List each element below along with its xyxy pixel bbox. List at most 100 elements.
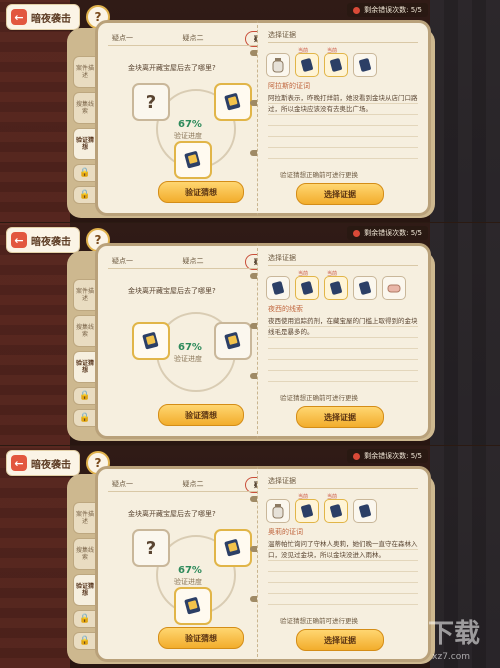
hint-text: 验证猜想正确前可进行更换 [280, 171, 358, 179]
card-icon [301, 58, 313, 72]
side-tabs: 案件描述 搜集线索 验证猜想 🔒 🔒 [73, 279, 97, 427]
remaining-errors: 剩余错误次数: 5/5 [347, 449, 428, 463]
tab-case-description[interactable]: 案件描述 [73, 279, 97, 311]
back-arrow-icon: ← [11, 455, 27, 471]
gold-card-icon [184, 151, 201, 169]
evidence-item[interactable]: 当前 [295, 494, 319, 523]
case-notebook: 案件描述 搜集线索 验证猜想 🔒 🔒 疑点一 疑点二 疑点三 金块离开藏宝屋后去… [67, 243, 437, 443]
right-page: 选择证据 当前 当前 [257, 20, 431, 216]
select-evidence-button[interactable]: 选择证据 [296, 406, 384, 428]
lock-icon: 🔒 [73, 632, 97, 650]
evidence-item[interactable]: 当前 [324, 494, 348, 523]
tab-verify-guess[interactable]: 验证猜想 [73, 351, 97, 383]
tab-collect-clues[interactable]: 搜集线索 [73, 315, 97, 347]
evidence-slot[interactable]: ? [132, 83, 170, 121]
remaining-errors-text: 剩余错误次数: 5/5 [364, 6, 422, 14]
evidence-list: 当前 当前 [266, 48, 377, 77]
tab-case-description[interactable]: 案件描述 [73, 502, 97, 534]
current-tag: 当前 [327, 48, 338, 54]
evidence-item[interactable]: 当前 [324, 271, 348, 300]
question-text: 金块离开藏宝屋后去了哪里? [128, 64, 216, 72]
evidence-slot[interactable] [214, 322, 252, 360]
evidence-slot[interactable] [214, 529, 252, 567]
left-page: 疑点一 疑点二 疑点三 金块离开藏宝屋后去了哪里? ? [95, 20, 284, 216]
card-icon [359, 281, 371, 295]
back-label: 暗夜袭击 [31, 459, 71, 471]
gold-card-icon [184, 597, 201, 615]
current-tag: 当前 [298, 271, 309, 277]
verify-guess-button[interactable]: 验证猜想 [158, 404, 244, 426]
evidence-item[interactable] [382, 276, 406, 300]
back-label: 暗夜袭击 [31, 13, 71, 25]
verify-guess-button[interactable]: 验证猜想 [158, 627, 244, 649]
tab-collect-clues[interactable]: 搜集线索 [73, 538, 97, 570]
card-icon [301, 504, 313, 518]
progress-percent: 67% [178, 342, 202, 353]
left-page: 疑点一 疑点二 疑点三 金块离开藏宝屋后去了哪里? ? 67% 验证进度 [95, 466, 284, 662]
lock-icon: 🔒 [73, 409, 97, 427]
evidence-item[interactable]: 当前 [295, 48, 319, 77]
lock-icon: 🔒 [73, 186, 97, 204]
gold-card-icon [224, 539, 241, 557]
select-evidence-header: 选择证据 [268, 477, 296, 485]
verify-guess-button[interactable]: 验证猜想 [158, 181, 244, 203]
evidence-slot[interactable] [174, 141, 212, 179]
evidence-title: 阿拉斯的证词 [268, 82, 310, 90]
evidence-description: 温蒂帕忙询问了守林人奥莉，她们晚一直守在森林入口，没见过金块，所以金块没进入雨林… [268, 540, 418, 559]
remaining-errors-text: 剩余错误次数: 5/5 [364, 229, 422, 237]
question-text: 金块离开藏宝屋后去了哪里? [128, 510, 216, 518]
evidence-item[interactable] [266, 276, 290, 300]
game-panel: ← 暗夜袭击 ? 剩余错误次数: 5/5 案件描述 搜集线索 验证猜想 🔒 🔒 … [0, 446, 500, 668]
side-tabs: 案件描述 搜集线索 验证猜想 🔒 🔒 [73, 502, 97, 650]
evidence-item[interactable] [266, 499, 290, 523]
tab-verify-guess[interactable]: 验证猜想 [73, 128, 97, 160]
evidence-title: 奥莉的证词 [268, 528, 303, 536]
evidence-item[interactable] [266, 53, 290, 77]
lock-icon: 🔒 [73, 164, 97, 182]
tab-collect-clues[interactable]: 搜集线索 [73, 92, 97, 124]
watermark-url: xz7.com [432, 652, 470, 662]
back-arrow-icon: ← [11, 232, 27, 248]
current-tag: 当前 [327, 494, 338, 500]
question-text: 金块离开藏宝屋后去了哪里? [128, 287, 216, 295]
evidence-slot[interactable] [214, 83, 252, 121]
warning-icon [353, 452, 361, 460]
hint-text: 验证猜想正确前可进行更换 [280, 617, 358, 625]
evidence-description: 夜西使用追踪药剂，在藏宝屋的门槛上取得到的金块线毛是暴多的。 [268, 317, 418, 336]
evidence-item[interactable] [353, 499, 377, 523]
select-evidence-button[interactable]: 选择证据 [296, 183, 384, 205]
current-tag: 当前 [298, 48, 309, 54]
card-icon [301, 281, 313, 295]
card-icon [359, 504, 371, 518]
evidence-slot[interactable] [174, 587, 212, 625]
progress-label: 验证进度 [174, 578, 202, 586]
evidence-description: 阿拉斯表示，昨晚打烊前，她没看到金块从店门口路过，所以金块应该没有去奥比广场。 [268, 94, 418, 113]
game-panel: ← 暗夜袭击 ? 剩余错误次数: 5/5 案件描述 搜集线索 验证猜想 🔒 🔒 … [0, 0, 500, 222]
right-page: 选择证据 当前 当前 [257, 243, 431, 439]
evidence-item[interactable]: 当前 [324, 48, 348, 77]
progress-percent: 67% [178, 565, 202, 576]
evidence-slot[interactable] [132, 322, 170, 360]
right-page: 选择证据 当前 当前 [257, 466, 431, 662]
screenshot-stack: ← 暗夜袭击 ? 剩余错误次数: 5/5 案件描述 搜集线索 验证猜想 🔒 🔒 … [0, 0, 500, 668]
bottle-icon [272, 504, 284, 519]
tab-verify-guess[interactable]: 验证猜想 [73, 574, 97, 606]
evidence-item[interactable]: 当前 [295, 271, 319, 300]
back-arrow-icon: ← [11, 9, 27, 25]
select-evidence-button[interactable]: 选择证据 [296, 629, 384, 651]
unknown-evidence-icon: ? [145, 91, 157, 113]
bread-icon [387, 284, 401, 293]
evidence-item[interactable] [353, 53, 377, 77]
progress-label: 验证进度 [174, 132, 202, 140]
card-icon [330, 504, 342, 518]
left-page: 疑点一 疑点二 疑点三 金块离开藏宝屋后去了哪里? 67% 验证进度 验证猜想 [95, 243, 284, 439]
warning-icon [353, 6, 361, 14]
card-icon [330, 281, 342, 295]
progress-percent: 67% [178, 119, 202, 130]
progress-label: 验证进度 [174, 355, 202, 363]
tab-case-description[interactable]: 案件描述 [73, 56, 97, 88]
evidence-item[interactable] [353, 276, 377, 300]
evidence-slot[interactable]: ? [132, 529, 170, 567]
evidence-list: 当前 当前 [266, 494, 377, 523]
lock-icon: 🔒 [73, 387, 97, 405]
